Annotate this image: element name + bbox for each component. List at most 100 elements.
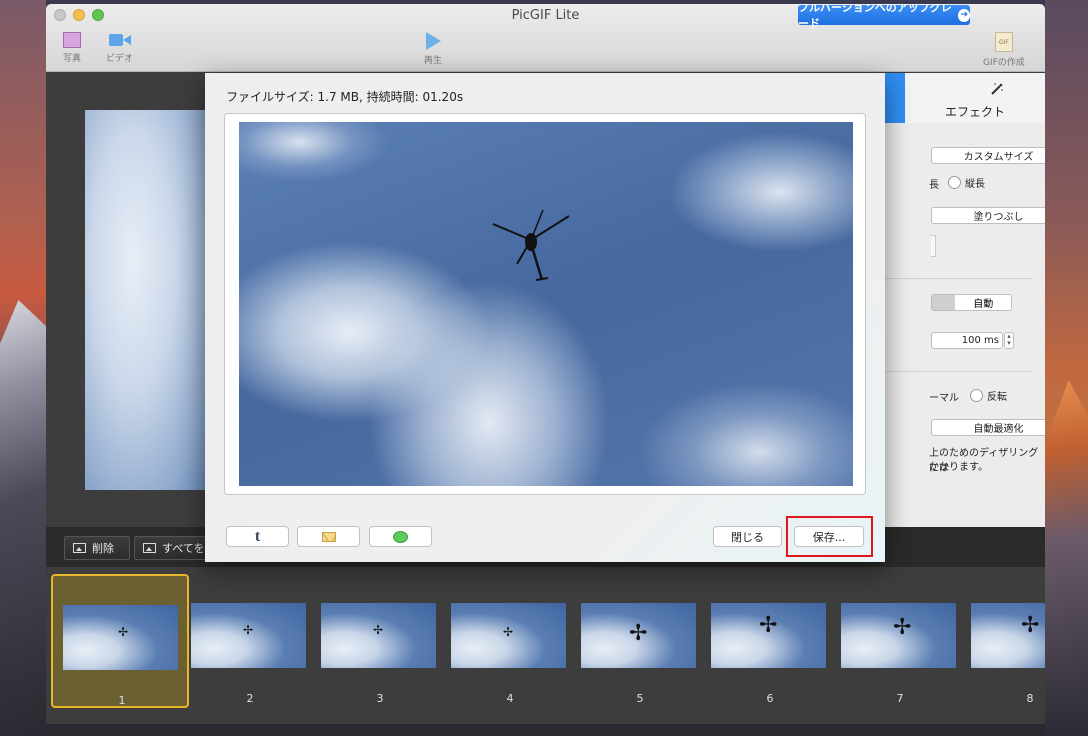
title-bar: PicGIF Lite フルバージョンへのアップグレード ➔ 写真 ビデオ 再生… [46,4,1045,72]
select-all-button[interactable]: すべてを [134,536,214,560]
video-label: ビデオ [106,54,134,64]
desktop-wallpaper-right [1045,0,1088,736]
tab-effect[interactable]: エフェクト [905,73,1045,123]
divider [885,371,1033,372]
filmstrip-frame[interactable]: ✢ 3 [311,574,449,708]
share-mail-button[interactable] [297,526,360,547]
image-icon [143,543,156,553]
image-icon [73,543,86,553]
video-tool-button[interactable]: ビデオ [106,32,133,64]
close-button[interactable]: 閉じる [713,526,782,547]
play-reverse-label: 反転 [987,392,1007,403]
desktop-wallpaper-left [0,0,46,736]
orientation-landscape-label: 長 [929,180,939,191]
frame-number: 4 [506,692,514,705]
file-info-label: ファイルサイズ: 1.7 MB, 持続時間: 01.20s [226,90,464,104]
delay-value: 100 ms [961,335,999,346]
helicopter-thumbnail-image: ✢ [373,623,384,637]
size-popup-value: カスタムサイズ [963,152,1034,163]
fill-popup[interactable]: 塗りつぶし ▴▾ [931,207,1045,224]
upgrade-label: フルバージョンへのアップグレード [798,4,952,30]
frame-number: 6 [766,692,774,705]
frame-number: 1 [118,694,126,707]
frame-number: 2 [246,692,254,705]
play-label: 再生 [424,56,443,66]
timing-auto-segment[interactable]: 自動 [955,295,1011,310]
optimize-popup-value: 自動最適化 [973,424,1024,435]
timing-segmented-control[interactable]: 自動 [931,294,1012,311]
message-bubble-icon [393,530,408,543]
gif-file-icon: GIF [994,32,1013,52]
frame-number: 5 [636,692,644,705]
tumblr-icon: t [254,527,261,545]
timing-manual-segment[interactable] [932,295,956,310]
mail-icon [321,531,336,542]
gif-preview-frame [224,113,866,495]
divider [885,278,1033,279]
frame-thumbnail: ✢ [451,603,566,668]
share-tumblr-button[interactable]: t [226,526,289,547]
frame-thumbnail: ✢ [971,603,1045,668]
share-messages-button[interactable] [369,526,432,547]
frame-thumbnail: ✢ [711,603,826,668]
photo-icon [63,32,81,48]
video-camera-icon [108,32,131,48]
helicopter-thumbnail-image: ✢ [1021,613,1040,638]
helicopter-image [492,210,570,281]
frame-number: 3 [376,692,384,705]
frame-thumbnail: ✢ [63,605,178,670]
filmstrip-frame[interactable]: ✢ 2 [181,574,319,708]
photo-tool-button[interactable]: 写真 [63,32,81,64]
helicopter-thumbnail-image: ✢ [503,625,514,639]
frame-number: 8 [1026,692,1034,705]
frame-thumbnail: ✢ [321,603,436,668]
filmstrip-frame[interactable]: ✢ 5 [571,574,709,708]
helicopter-thumbnail-image: ✢ [759,613,778,638]
arrow-right-icon: ➔ [958,8,970,22]
filmstrip-frame[interactable]: ✢ 4 [441,574,579,708]
save-button-highlight [786,516,873,557]
orientation-portrait-option[interactable]: 縦長 [948,175,985,190]
filmstrip-frame[interactable]: ✢ 8 [961,574,1045,708]
filmstrip-frame[interactable]: ✢ 7 [831,574,969,708]
frame-number: 7 [896,692,904,705]
export-sheet: ファイルサイズ: 1.7 MB, 持続時間: 01.20s t 閉じる 保存..… [205,73,885,562]
radio-icon [970,389,983,402]
helicopter-thumbnail-image: ✢ [629,621,648,646]
helicopter-thumbnail-image: ✢ [118,625,129,639]
optimize-popup[interactable]: 自動最適化 ▴▾ [931,419,1045,436]
frame-thumbnail: ✢ [841,603,956,668]
create-gif-button[interactable]: GIF GIFの作成 [983,32,1025,68]
color-well[interactable] [931,235,936,257]
helicopter-thumbnail-image: ✢ [893,615,912,640]
filmstrip-frame[interactable]: ✢ 1 [51,574,189,708]
photo-label: 写真 [63,54,82,64]
main-preview-canvas [85,110,205,490]
play-reverse-option[interactable]: 反転 [970,388,1007,403]
inspector-tab-selected[interactable] [885,73,905,123]
tab-effect-label: エフェクト [944,105,1005,119]
helicopter-thumbnail-image: ✢ [243,623,254,637]
size-popup[interactable]: カスタムサイズ ▴▾ [931,147,1045,164]
frame-filmstrip: ✢ 1 ✢ 2 ✢ 3 ✢ 4 ✢ 5 ✢ 6 ✢ 7 ✢ 8 [46,567,1045,724]
dither-note-line2: かかります。 [929,462,988,473]
frame-thumbnail: ✢ [581,603,696,668]
orientation-portrait-label: 縦長 [965,179,985,190]
upgrade-button[interactable]: フルバージョンへのアップグレード ➔ [798,4,970,30]
select-all-label: すべてを [162,542,205,555]
gif-preview-image [239,122,853,486]
magic-wand-icon [991,83,1003,95]
delete-label: 削除 [92,542,114,555]
inspector-panel: エフェクト カスタムサイズ ▴▾ 長 縦長 塗りつぶし ▴▾ 自動 100 ms… [885,73,1045,527]
delete-frame-button[interactable]: 削除 [64,536,130,560]
play-normal-label: ーマル [929,393,959,404]
create-gif-label: GIFの作成 [983,58,1025,68]
filmstrip-frame[interactable]: ✢ 6 [701,574,839,708]
radio-icon [948,176,961,189]
delay-field[interactable]: 100 ms [931,332,1003,349]
play-tool-button[interactable]: 再生 [424,32,442,66]
delay-stepper[interactable]: ▴ ▾ [1004,332,1014,349]
frame-thumbnail: ✢ [191,603,306,668]
fill-popup-value: 塗りつぶし [973,212,1024,223]
play-icon [425,32,441,50]
